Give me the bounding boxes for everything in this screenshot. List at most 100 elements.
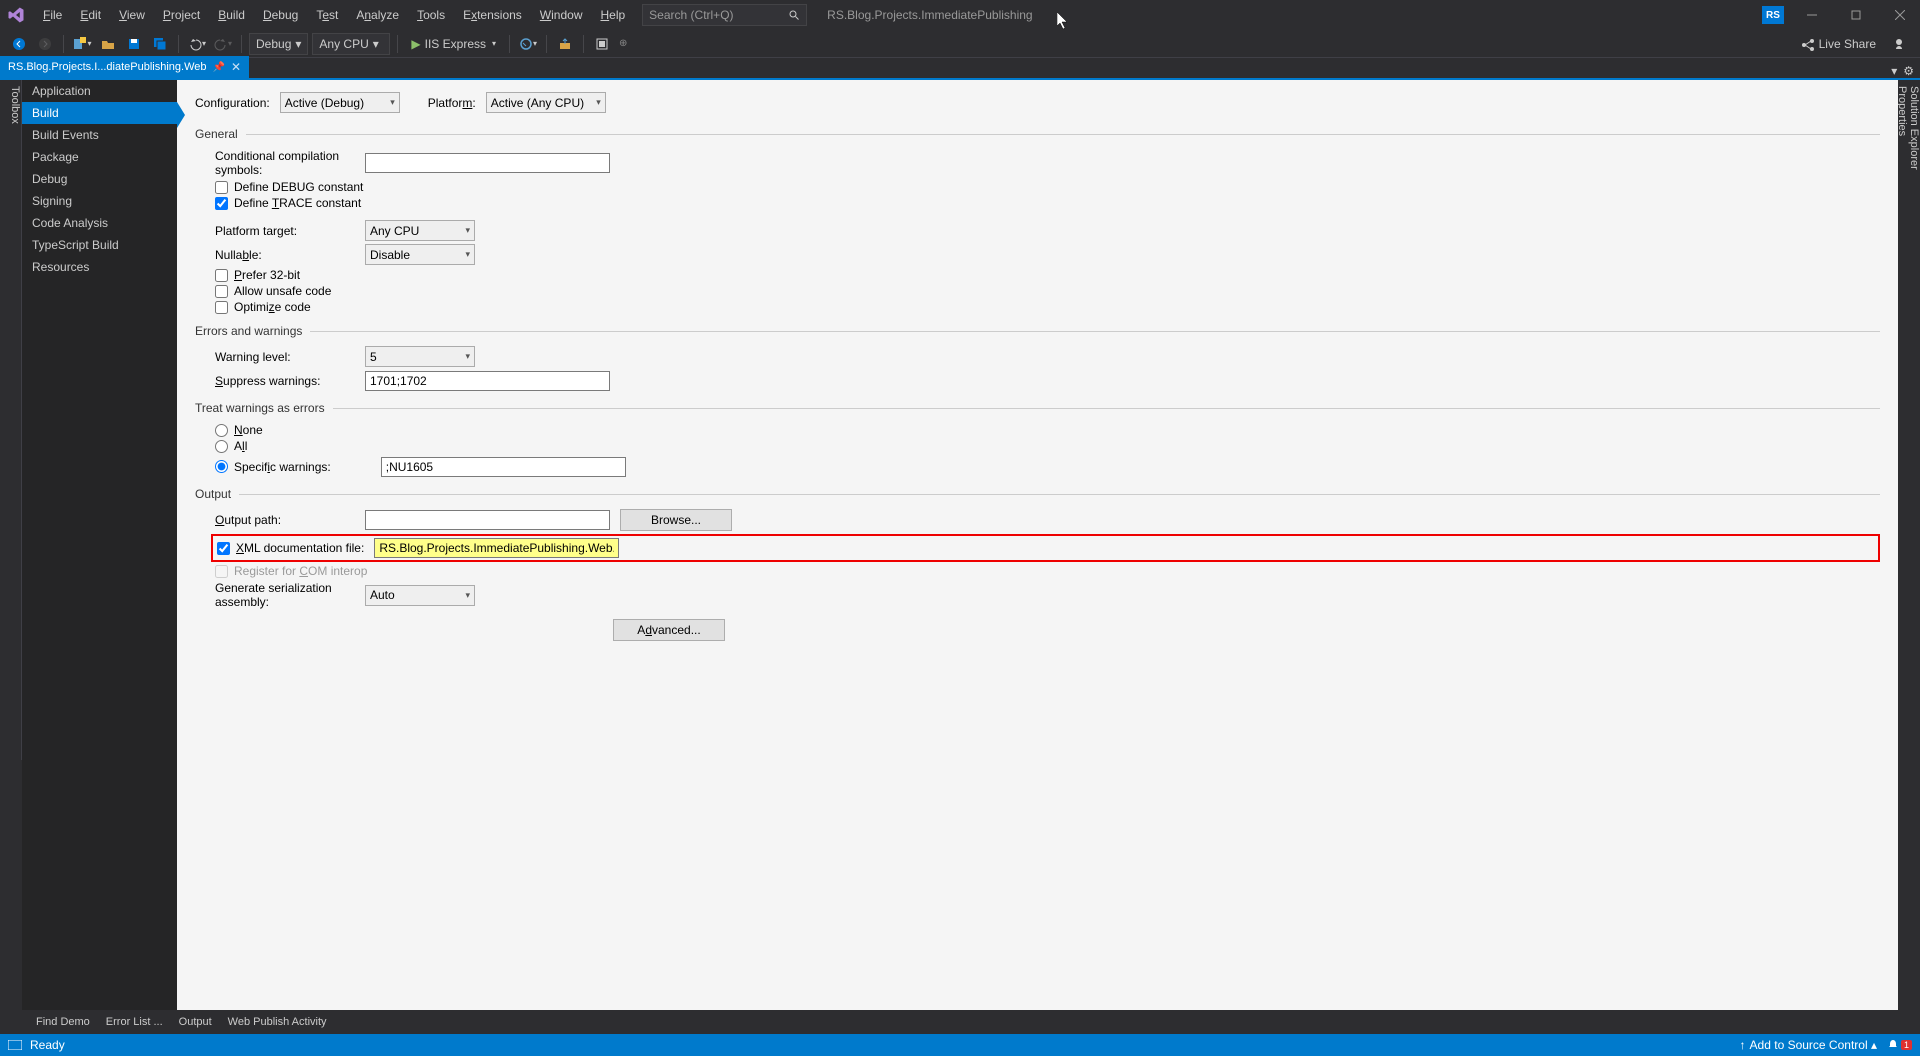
save-all-icon[interactable] [149,33,171,55]
main-toolbar: ▾ ▾ ▾ Debug▾ Any CPU▾ ▶IIS Express▾ ▾ ⊕ … [0,30,1920,58]
nav-debug[interactable]: Debug [22,168,177,190]
xml-doc-checkbox[interactable] [217,542,230,555]
menu-view[interactable]: View [110,5,154,25]
cond-symbols-input[interactable] [365,153,610,173]
gen-serialization-select[interactable]: Auto▾ [365,585,475,606]
document-tabs: RS.Blog.Projects.I...diatePublishing.Web… [0,58,1920,80]
general-section-head: General [195,127,238,141]
configuration-label: Configuration: [195,96,270,110]
advanced-button[interactable]: Advanced... [613,619,725,641]
close-button[interactable] [1884,4,1916,26]
search-input[interactable]: Search (Ctrl+Q) [642,4,807,26]
redo-icon[interactable]: ▾ [212,33,234,55]
bottom-tab-error-list[interactable]: Error List ... [98,1013,171,1031]
platform-dropdown[interactable]: Any CPU▾ [312,33,390,55]
menu-build[interactable]: Build [209,5,254,25]
tab-close-icon[interactable]: ✕ [231,60,241,74]
nav-code-analysis[interactable]: Code Analysis [22,212,177,234]
suppress-input[interactable] [365,371,610,391]
nav-typescript-build[interactable]: TypeScript Build [22,234,177,256]
unsafe-label: Allow unsafe code [234,284,331,298]
treat-all-label: All [234,439,247,453]
menu-project[interactable]: Project [154,5,209,25]
run-button[interactable]: ▶IIS Express▾ [405,33,502,55]
treat-specific-radio[interactable] [215,460,228,473]
menu-window[interactable]: Window [531,5,592,25]
document-tab-active[interactable]: RS.Blog.Projects.I...diatePublishing.Web… [0,56,249,78]
live-share-button[interactable]: Live Share [1795,33,1882,55]
bottom-tab-find-demo[interactable]: Find Demo [28,1013,98,1031]
treat-none-radio[interactable] [215,424,228,437]
extension-icon[interactable] [591,33,613,55]
xml-doc-input[interactable] [374,538,619,558]
output-path-input[interactable] [365,510,610,530]
menu-edit[interactable]: Edit [71,5,110,25]
menu-analyze[interactable]: Analyze [347,5,408,25]
browse-button[interactable]: Browse... [620,509,732,531]
trace-const-checkbox[interactable] [215,197,228,210]
platform-target-select[interactable]: Any CPU▾ [365,220,475,241]
project-properties-editor: Application Build Build Events Package D… [22,80,1898,1010]
feedback-icon[interactable] [1890,33,1912,55]
notifications-icon[interactable]: 1 [1887,1039,1912,1051]
new-item-icon[interactable]: ▾ [71,33,93,55]
menu-test[interactable]: Test [307,5,347,25]
optimize-label: Optimize code [234,300,311,314]
menu-debug[interactable]: Debug [254,5,307,25]
solution-explorer-tab[interactable]: Solution Explorer [1908,86,1920,746]
menu-extensions[interactable]: Extensions [454,5,531,25]
live-share-icon [1801,37,1815,51]
menu-file[interactable]: File [34,5,71,25]
specific-warnings-input[interactable] [381,457,626,477]
debug-const-checkbox[interactable] [215,181,228,194]
status-rect-icon [8,1040,22,1050]
nav-build[interactable]: Build [22,102,177,124]
prefer32-checkbox[interactable] [215,269,228,282]
config-dropdown[interactable]: Debug▾ [249,33,308,55]
output-path-label: Output path: [215,513,355,527]
tab-overflow-icon[interactable]: ▾ [1891,64,1897,78]
nav-build-events[interactable]: Build Events [22,124,177,146]
com-interop-checkbox [215,565,228,578]
nullable-select[interactable]: Disable▾ [365,244,475,265]
nav-resources[interactable]: Resources [22,256,177,278]
status-bar: Ready ↑Add to Source Control ▴ 1 [0,1034,1920,1056]
search-placeholder: Search (Ctrl+Q) [649,8,733,22]
pin-icon[interactable]: 📌 [213,62,225,73]
nav-package[interactable]: Package [22,146,177,168]
right-panel-tabs: Solution Explorer Properties Team Explor… [1898,80,1920,760]
menu-tools[interactable]: Tools [408,5,454,25]
browser-link-icon[interactable]: ▾ [517,33,539,55]
xml-doc-label: XML documentation file: [236,541,364,555]
platform-label: Platform: [428,96,476,110]
nav-signing[interactable]: Signing [22,190,177,212]
optimize-checkbox[interactable] [215,301,228,314]
tab-gear-icon[interactable]: ⚙ [1903,64,1914,78]
warning-level-select[interactable]: 5▾ [365,346,475,367]
nav-back-icon[interactable] [8,33,30,55]
treat-none-label: None [234,423,263,437]
advanced-label: Advanced... [637,623,700,637]
publish-icon[interactable] [554,33,576,55]
nav-fwd-icon[interactable] [34,33,56,55]
menu-help[interactable]: Help [591,5,634,25]
user-badge[interactable]: RS [1762,6,1784,24]
undo-icon[interactable]: ▾ [186,33,208,55]
bottom-tab-web-publish[interactable]: Web Publish Activity [220,1013,335,1031]
nav-application[interactable]: Application [22,80,177,102]
configuration-select[interactable]: Active (Debug)▾ [280,92,400,113]
toolbox-panel-tab[interactable]: Toolbox [0,80,22,760]
save-icon[interactable] [123,33,145,55]
platform-select[interactable]: Active (Any CPU)▾ [486,92,606,113]
maximize-button[interactable] [1840,4,1872,26]
treat-all-radio[interactable] [215,440,228,453]
minimize-button[interactable] [1796,4,1828,26]
vs-logo-icon [4,3,28,27]
open-icon[interactable] [97,33,119,55]
add-source-control-button[interactable]: ↑Add to Source Control ▴ [1740,1038,1877,1052]
gen-serialization-label: Generate serialization assembly: [215,581,355,609]
xml-doc-highlight-row: XML documentation file: [211,534,1880,562]
bottom-tab-output[interactable]: Output [171,1013,220,1031]
unsafe-checkbox[interactable] [215,285,228,298]
prefer32-label: Prefer 32-bit [234,268,300,282]
